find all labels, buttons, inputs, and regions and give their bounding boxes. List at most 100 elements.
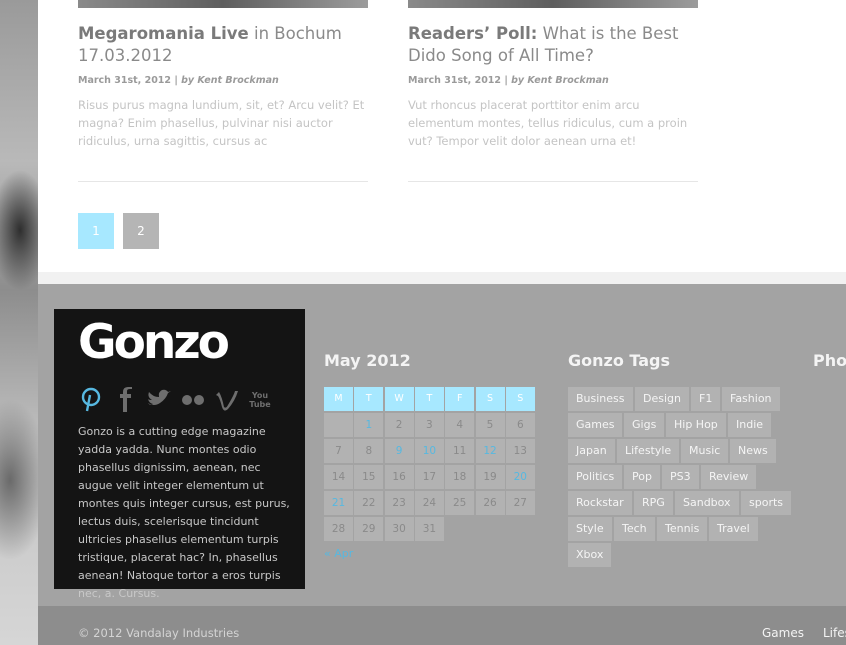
page-2-button[interactable]: 2 — [123, 213, 159, 249]
tag-link[interactable]: Pop — [624, 465, 660, 489]
calendar-day: 4 — [445, 413, 475, 437]
calendar-day: 28 — [324, 517, 353, 541]
divider — [408, 181, 698, 182]
tag-link[interactable]: Fashion — [722, 387, 780, 411]
divider — [78, 181, 368, 182]
calendar-day-header: W — [384, 387, 414, 411]
tag-link[interactable]: F1 — [691, 387, 721, 411]
tags-title: Gonzo Tags — [568, 351, 671, 370]
calendar-day: 5 — [475, 413, 505, 437]
calendar-day[interactable]: 10 — [414, 439, 444, 463]
calendar-day: 8 — [354, 439, 384, 463]
post-excerpt: Vut rhoncus placerat porttitor enim arcu… — [408, 98, 688, 148]
calendar-day: 3 — [414, 413, 444, 437]
post-meta: March 31st, 2012 | by Kent Brockman — [408, 75, 609, 86]
calendar-day: 22 — [354, 491, 384, 515]
tag-link[interactable]: Japan — [568, 439, 615, 463]
calendar-day: 14 — [324, 465, 353, 489]
post-title[interactable]: Megaromania Live in Bochum 17.03.2012 — [78, 23, 368, 67]
flickr-icon[interactable] — [180, 387, 206, 413]
calendar-day: 31 — [414, 517, 444, 541]
tag-link[interactable]: Gigs — [624, 413, 665, 437]
calendar-day: 7 — [324, 439, 353, 463]
post-date: March 31st, 2012 — [78, 75, 172, 86]
tag-link[interactable]: Tennis — [657, 517, 708, 541]
calendar-day-header: T — [354, 387, 384, 411]
calendar-empty-cell — [324, 413, 353, 437]
post-meta: March 31st, 2012 | by Kent Brockman — [78, 75, 279, 86]
calendar-title: May 2012 — [324, 351, 411, 370]
calendar-day: 2 — [384, 413, 414, 437]
calendar-day-header: S — [475, 387, 505, 411]
pinterest-icon[interactable] — [78, 387, 104, 413]
calendar-day: 11 — [445, 439, 475, 463]
calendar-prev-link[interactable]: « Apr — [324, 547, 353, 560]
calendar-day[interactable]: 12 — [475, 439, 505, 463]
tag-link[interactable]: Design — [635, 387, 689, 411]
tag-link[interactable]: Politics — [568, 465, 623, 489]
calendar-day: 24 — [414, 491, 444, 515]
calendar-day[interactable]: 21 — [324, 491, 353, 515]
calendar-day: 18 — [445, 465, 475, 489]
tag-link[interactable]: Rockstar — [568, 491, 632, 515]
footer-nav-games[interactable]: Games — [762, 626, 804, 640]
tag-link[interactable]: Travel — [709, 517, 758, 541]
tag-link[interactable]: Business — [568, 387, 633, 411]
calendar-day: 17 — [414, 465, 444, 489]
post-excerpt: Risus purus magna lundium, sit, et? Arcu… — [78, 98, 365, 148]
calendar-day: 25 — [445, 491, 475, 515]
tag-link[interactable]: Review — [701, 465, 757, 489]
site-logo[interactable]: Gonzo — [78, 315, 230, 370]
calendar-day-header: M — [324, 387, 353, 411]
tag-link[interactable]: sports — [741, 491, 792, 515]
facebook-icon[interactable] — [112, 387, 138, 413]
tag-link[interactable]: News — [730, 439, 776, 463]
tag-link[interactable]: Lifestyle — [617, 439, 680, 463]
tag-link[interactable]: Games — [568, 413, 623, 437]
tag-link[interactable]: Xbox — [568, 543, 612, 567]
post-author[interactable]: by Kent Brockman — [181, 75, 279, 86]
tag-link[interactable]: Style — [568, 517, 612, 541]
copyright: © 2012 Vandalay Industries — [78, 626, 240, 640]
calendar-day-header: T — [414, 387, 444, 411]
calendar-day: 16 — [384, 465, 414, 489]
calendar-day: 26 — [475, 491, 505, 515]
tag-link[interactable]: Hip Hop — [666, 413, 726, 437]
tag-link[interactable]: PS3 — [662, 465, 699, 489]
post-date: March 31st, 2012 — [408, 75, 502, 86]
content-bottom-strip — [38, 272, 846, 284]
vimeo-icon[interactable] — [214, 387, 240, 413]
social-links: You Tube — [78, 387, 272, 413]
tag-link[interactable]: Sandbox — [675, 491, 739, 515]
calendar-day: 15 — [354, 465, 384, 489]
calendar-day[interactable]: 1 — [354, 413, 384, 437]
page-1-button[interactable]: 1 — [78, 213, 114, 249]
calendar-day: 23 — [384, 491, 414, 515]
calendar-day: 6 — [505, 413, 535, 437]
youtube-icon[interactable]: You Tube — [248, 387, 272, 413]
twitter-icon[interactable] — [146, 387, 172, 413]
main-content: Megaromania Live in Bochum 17.03.2012 Ma… — [38, 0, 846, 272]
calendar-day: 29 — [354, 517, 384, 541]
photos-widget-title: Phot — [813, 351, 846, 370]
tag-link[interactable]: Tech — [614, 517, 655, 541]
about-widget: Gonzo You Tube Gonzo is a cutting edge m… — [54, 309, 305, 600]
calendar-day: 27 — [505, 491, 535, 515]
calendar-day-header: S — [505, 387, 535, 411]
calendar-day: 19 — [475, 465, 505, 489]
tag-link[interactable]: Indie — [728, 413, 772, 437]
calendar-day: 13 — [505, 439, 535, 463]
calendar-day[interactable]: 9 — [384, 439, 414, 463]
post-thumbnail[interactable] — [78, 0, 368, 8]
tag-link[interactable]: RPG — [634, 491, 673, 515]
calendar-day[interactable]: 20 — [505, 465, 535, 489]
about-text: Gonzo is a cutting edge magazine yadda y… — [78, 425, 290, 600]
post-author[interactable]: by Kent Brockman — [511, 75, 609, 86]
background-photo — [0, 0, 38, 645]
post-title[interactable]: Readers’ Poll: What is the Best Dido Son… — [408, 23, 698, 67]
calendar-day: 30 — [384, 517, 414, 541]
post-thumbnail[interactable] — [408, 0, 698, 8]
tag-link[interactable]: Music — [681, 439, 729, 463]
calendar-day-header: F — [445, 387, 475, 411]
footer-nav-lifestyle[interactable]: Lifes — [823, 626, 846, 640]
